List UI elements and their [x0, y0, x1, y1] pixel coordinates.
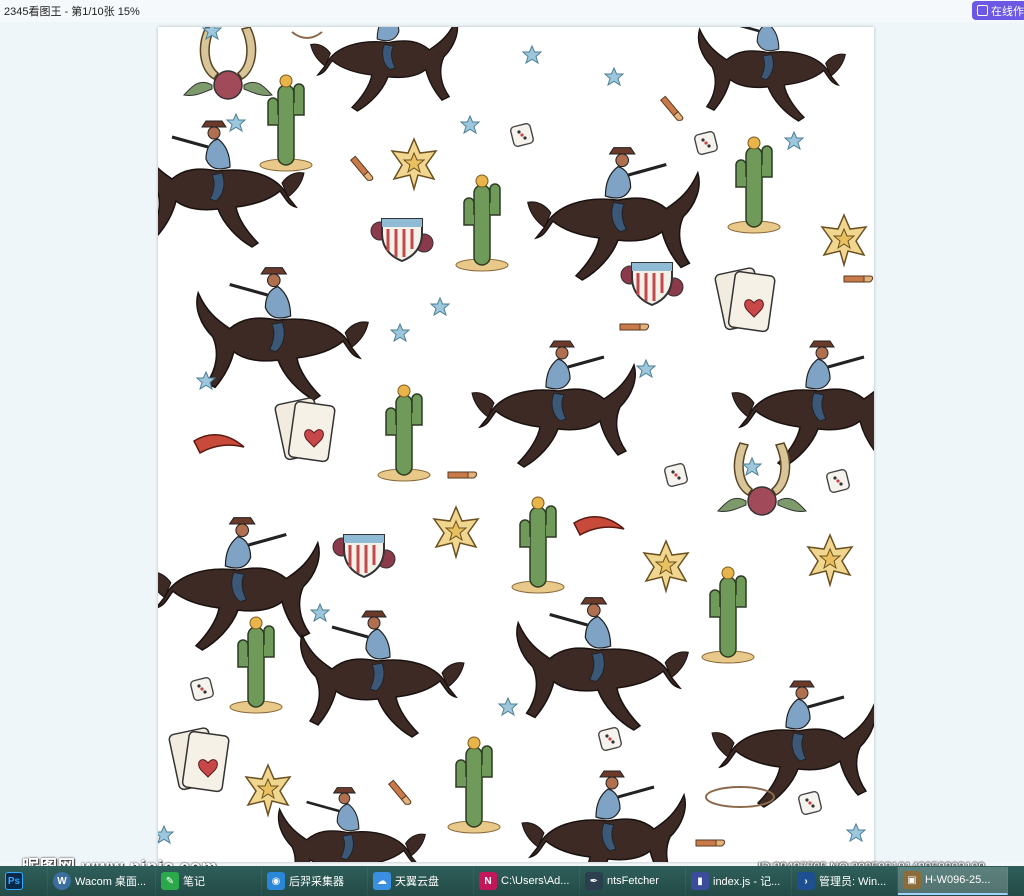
taskbar-label: 天翼云盘 — [395, 876, 439, 888]
editor-icon: ▮ — [691, 872, 709, 890]
taskbar-item-editor[interactable]: ▮ index.js - 记... — [686, 867, 792, 895]
horse-rider-figure — [158, 516, 321, 652]
taskbar-label: Wacom 桌面... — [75, 876, 147, 888]
window-title: 2345看图王 - 第1/10张 15% — [4, 6, 140, 18]
horse-rider-figure — [520, 769, 687, 862]
photoshop-icon: Ps — [5, 872, 23, 890]
terminal-icon: N — [479, 872, 497, 890]
horse-rider-figure — [710, 679, 874, 809]
taskbar-label: 后羿采集器 — [289, 876, 344, 888]
notes-icon: ✎ — [161, 872, 179, 890]
horse-rider-figure — [526, 146, 701, 282]
taskbar-item-cloud-drive[interactable]: ☁ 天翼云盘 — [368, 867, 474, 895]
taskbar-label: 笔记 — [183, 876, 205, 888]
horse-rider-figure — [697, 27, 847, 123]
online-edit-label: 在线作 — [991, 5, 1024, 18]
taskbar: Ps W Wacom 桌面... ✎ 笔记 ◉ 后羿采集器 ☁ 天翼云盘 N C… — [0, 866, 1024, 896]
horse-rider-figure — [515, 596, 690, 732]
taskbar-item-collector[interactable]: ◉ 后羿采集器 — [262, 867, 368, 895]
taskbar-label: C:\Users\Ad... — [501, 875, 570, 887]
taskbar-item-nts-fetcher[interactable]: ✒ ntsFetcher — [580, 867, 686, 895]
taskbar-item-wacom[interactable]: W Wacom 桌面... — [48, 867, 156, 895]
wacom-icon: W — [53, 872, 71, 890]
taskbar-label: 管理员: Win... — [819, 876, 887, 888]
edit-icon — [977, 5, 988, 16]
feather-icon: ✒ — [585, 872, 603, 890]
western-pattern-artwork — [158, 27, 874, 862]
powershell-icon: › — [797, 872, 815, 890]
displayed-image[interactable] — [158, 27, 874, 862]
taskbar-item-notes[interactable]: ✎ 笔记 — [156, 867, 262, 895]
taskbar-item-terminal[interactable]: N C:\Users\Ad... — [474, 867, 580, 895]
horse-rider-figure — [195, 266, 370, 402]
title-bar: 2345看图王 - 第1/10张 15% 在线作 — [0, 0, 1024, 22]
taskbar-item-image-viewer[interactable]: ▣ H-W096-25... — [898, 867, 1008, 895]
collector-icon: ◉ — [267, 872, 285, 890]
online-edit-button[interactable]: 在线作 — [972, 1, 1024, 20]
taskbar-item-photoshop[interactable]: Ps — [0, 867, 48, 895]
taskbar-label: H-W096-25... — [925, 874, 991, 886]
taskbar-label: index.js - 记... — [713, 876, 781, 888]
horse-rider-figure — [470, 339, 637, 469]
image-viewer-area[interactable] — [0, 22, 1024, 862]
cloud-drive-icon: ☁ — [373, 872, 391, 890]
horse-rider-figure — [299, 609, 466, 739]
taskbar-item-powershell[interactable]: › 管理员: Win... — [792, 867, 898, 895]
taskbar-label: ntsFetcher — [607, 875, 659, 887]
horse-rider-figure — [730, 339, 874, 469]
horse-rider-figure — [309, 27, 459, 113]
image-viewer-icon: ▣ — [903, 871, 921, 889]
